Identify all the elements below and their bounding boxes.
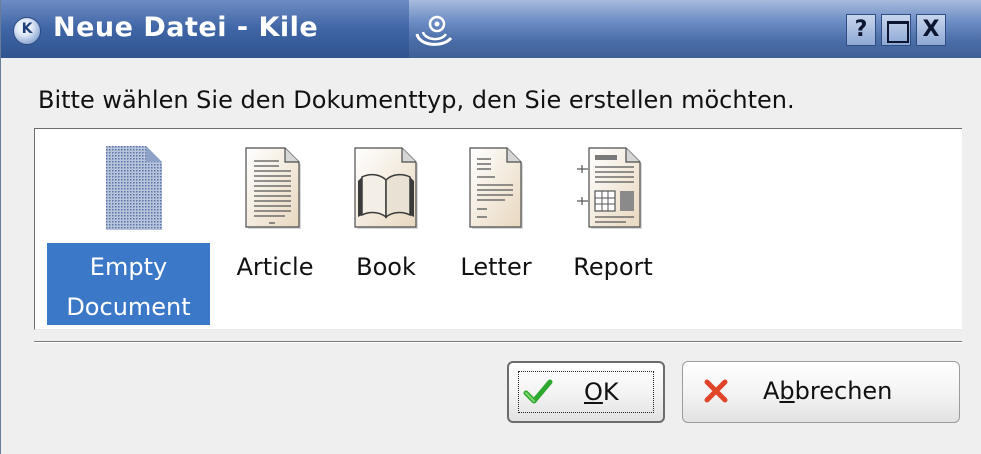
doc-type-empty-document[interactable]: Empty Document [47,129,210,329]
book-document-icon [354,147,418,229]
doc-type-label: Letter [460,253,532,281]
title-swirl-icon [415,15,453,46]
blank-document-icon [106,146,162,230]
doc-type-letter[interactable]: Letter [450,129,542,329]
report-document-icon [577,147,642,229]
cancel-button[interactable]: Abbrechen [682,361,960,423]
doc-type-label: Report [573,253,653,281]
cancel-label-mnemonic: b [779,377,795,405]
dialog-window: K Neue Datei - Kile ? X Bitte wählen Sie… [0,0,981,454]
cancel-label-pre: A [763,377,780,405]
document-type-list[interactable]: Empty Document Article Book Letter Repor… [34,128,962,330]
title-bar[interactable]: K Neue Datei - Kile ? X [1,0,981,58]
maximize-button[interactable] [881,14,911,46]
doc-type-book[interactable]: Book [343,129,429,329]
doc-type-label: Document [66,293,191,321]
cancel-x-icon [704,379,728,403]
maximize-icon [887,21,909,43]
doc-type-label: Empty [89,253,168,281]
doc-type-report[interactable]: Report [560,129,666,329]
separator-line [34,341,962,343]
ok-button[interactable]: OK [507,361,665,423]
ok-label-post: K [602,378,619,406]
doc-type-label: Book [356,253,416,281]
window-title: Neue Datei - Kile [53,12,319,43]
letter-document-icon [469,147,523,229]
ok-button-label: OK [584,377,619,407]
help-button[interactable]: ? [846,14,876,46]
doc-type-label: Article [236,253,314,281]
article-document-icon [245,147,301,229]
checkmark-icon [523,379,553,404]
app-icon-letter: K [21,21,33,37]
dialog-prompt: Bitte wählen Sie den Dokumenttyp, den Si… [38,86,795,114]
kile-app-icon[interactable]: K [13,17,41,45]
close-button[interactable]: X [916,14,946,46]
ok-label-mnemonic: O [584,378,603,406]
doc-type-article[interactable]: Article [223,129,327,329]
cancel-label-post: brechen [794,377,893,405]
cancel-button-label: Abbrechen [763,376,892,406]
